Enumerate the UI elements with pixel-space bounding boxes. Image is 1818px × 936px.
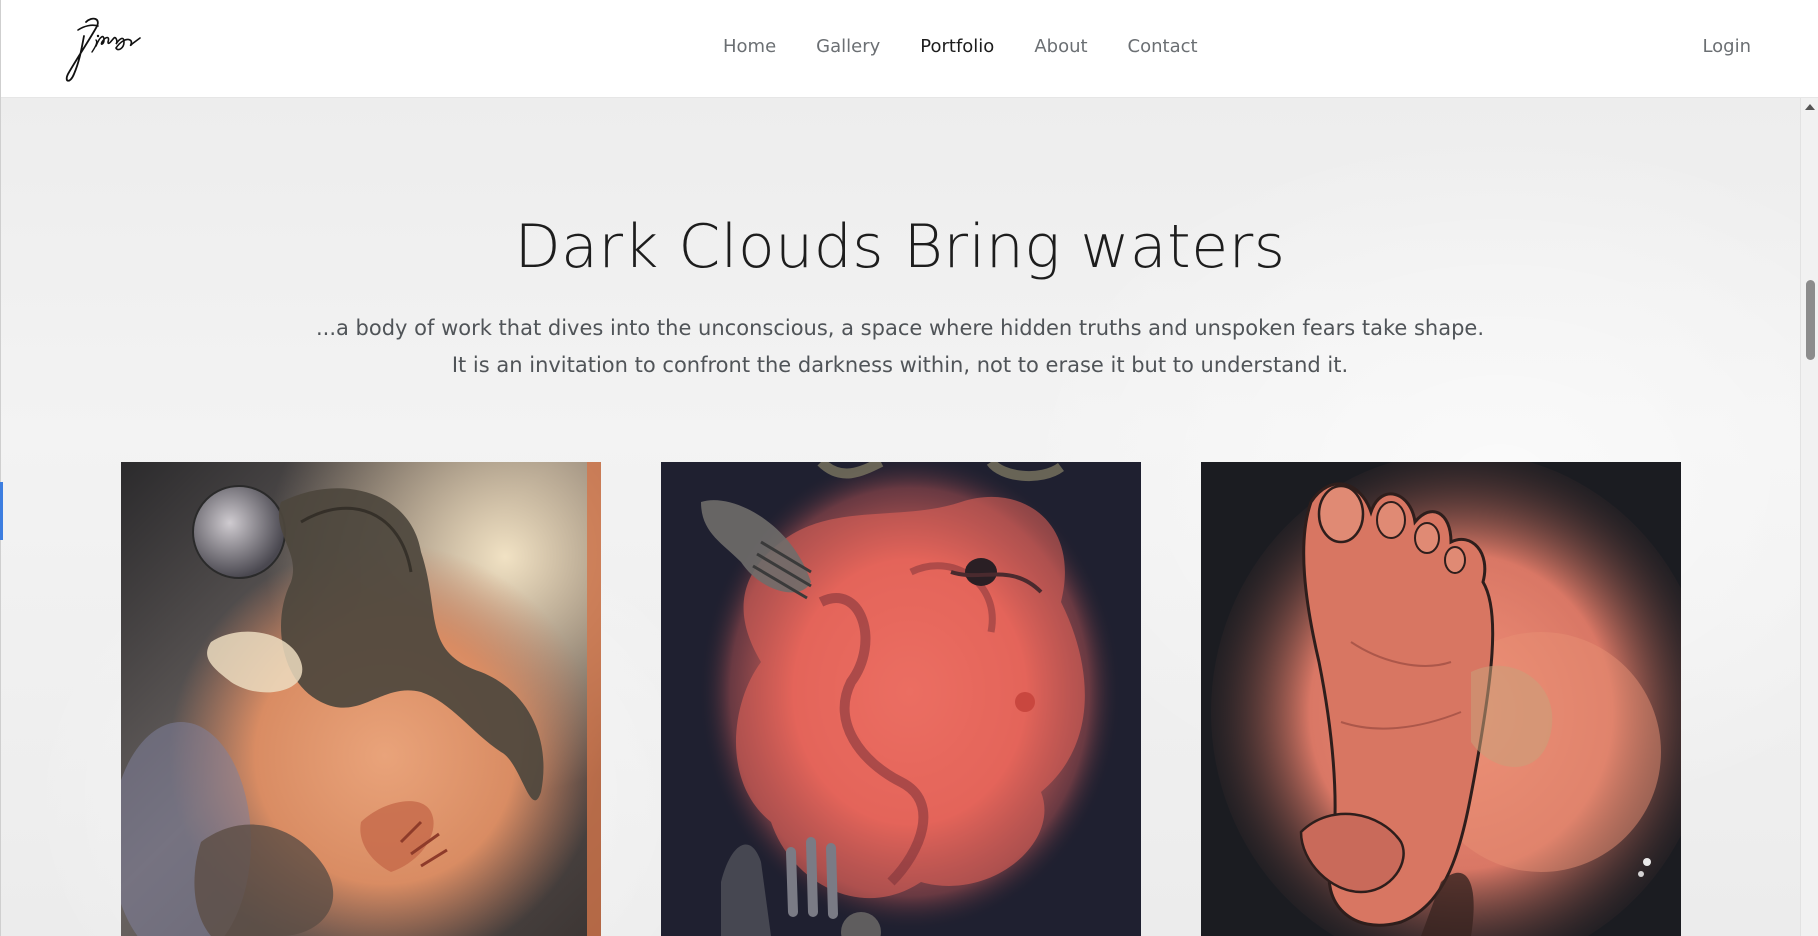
signature-logo-icon — [65, 17, 141, 82]
horse-and-moon-painting-image — [121, 462, 601, 936]
page-title: Dark Clouds Bring waters — [514, 212, 1286, 282]
subtitle-line-2: It is an invitation to confront the dark… — [451, 353, 1349, 377]
nav-home[interactable]: Home — [723, 36, 776, 58]
red-cloud-figures-painting-image — [661, 462, 1141, 936]
nav-about[interactable]: About — [1034, 36, 1087, 58]
nav-portfolio[interactable]: Portfolio — [920, 36, 994, 58]
scroll-thumb[interactable] — [1806, 280, 1815, 360]
page-scrollbar[interactable] — [1800, 98, 1818, 936]
top-navbar: Home Gallery Portfolio About Contact Log… — [0, 0, 1818, 98]
foot-painting-image — [1201, 462, 1681, 936]
nav-gallery[interactable]: Gallery — [816, 36, 880, 58]
artwork-card-horse[interactable] — [121, 462, 601, 936]
scroll-up-arrow-icon[interactable] — [1805, 104, 1815, 110]
nav-contact[interactable]: Contact — [1128, 36, 1198, 58]
main-nav: Home Gallery Portfolio About Contact — [723, 36, 1238, 58]
login-link[interactable]: Login — [1702, 36, 1751, 58]
artwork-card-foot[interactable] — [1201, 462, 1681, 936]
artwork-card-red-cloud[interactable] — [661, 462, 1141, 936]
window-left-border — [0, 0, 1, 936]
page: Home Gallery Portfolio About Contact Log… — [0, 0, 1818, 936]
subtitle-line-1: ...a body of work that dives into the un… — [315, 316, 1485, 340]
page-subtitle: ...a body of work that dives into the un… — [0, 310, 1800, 384]
site-logo[interactable] — [58, 12, 144, 84]
side-focus-marker — [0, 482, 3, 540]
